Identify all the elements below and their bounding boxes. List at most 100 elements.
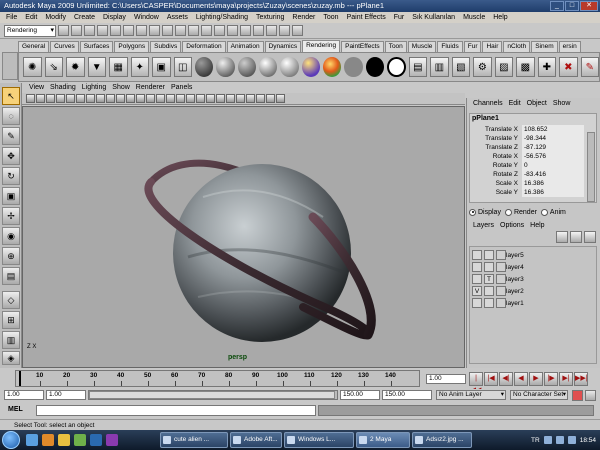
layer-mode-display[interactable]: Display (469, 208, 501, 218)
channel-row[interactable]: Scale X 16.386 (470, 179, 588, 188)
range-slider-track[interactable] (88, 390, 338, 400)
volume-light-icon[interactable]: ✦ (130, 57, 149, 77)
go-to-end-button[interactable]: ▶▶| (574, 372, 588, 386)
point-light-icon[interactable]: ✹ (66, 57, 85, 77)
channel-row[interactable]: Scale Y 16.386 (470, 188, 588, 197)
shelf-tab-hair[interactable]: Hair (482, 41, 503, 52)
snap-point-icon[interactable] (175, 25, 186, 36)
channel-value[interactable]: 16.386 (522, 179, 584, 188)
menu-create[interactable]: Create (70, 12, 99, 23)
current-frame-field[interactable]: 1.00 (426, 374, 466, 384)
shelf-tab-sinem[interactable]: Sinem (531, 41, 558, 52)
input-line-icon[interactable] (253, 25, 264, 36)
menu-set-select[interactable]: Rendering (4, 24, 56, 37)
selected-object-name[interactable]: pPlane1 (472, 115, 499, 122)
layer-visibility-toggle[interactable] (472, 250, 482, 260)
menu-file[interactable]: File (2, 12, 21, 23)
last-tool-icon[interactable]: ▤ (2, 267, 20, 285)
menu-toon[interactable]: Toon (319, 12, 342, 23)
layer-menu-options[interactable]: Options (497, 221, 527, 231)
ipr-render-icon[interactable] (227, 25, 238, 36)
menu-fur[interactable]: Fur (390, 12, 409, 23)
phong-material-icon[interactable] (258, 57, 278, 77)
panel-menu-show[interactable]: Show (109, 83, 133, 93)
taskbar-item[interactable]: 2 Maya (356, 432, 410, 448)
show-channel-box-icon[interactable] (292, 25, 303, 36)
texture-icon[interactable]: ▩ (516, 57, 535, 77)
lasso-tool-icon[interactable]: ◌ (2, 107, 20, 125)
panel-menu-shading[interactable]: Shading (47, 83, 79, 93)
menu-edit[interactable]: Edit (21, 12, 41, 23)
menu-help[interactable]: Help (489, 12, 511, 23)
bookmark-icon[interactable] (46, 94, 55, 103)
clock[interactable]: 18:54 (580, 437, 596, 444)
photoshop-icon[interactable] (90, 434, 102, 446)
range-slider-handle[interactable] (89, 391, 335, 399)
shelf-tab-animation[interactable]: Animation (226, 41, 264, 52)
menu-lighting-shading[interactable]: Lighting/Shading (192, 12, 252, 23)
play-backwards-button[interactable]: ◀ (514, 372, 528, 386)
layer-color-swatch[interactable] (496, 262, 506, 272)
network-icon[interactable] (543, 436, 552, 444)
browser-icon[interactable] (74, 434, 86, 446)
layer-color-swatch[interactable] (496, 274, 506, 284)
channel-box-scrollbar[interactable] (587, 132, 595, 202)
menu-display[interactable]: Display (99, 12, 130, 23)
shelf-tab-fur[interactable]: Fur (463, 41, 482, 52)
select-object-icon[interactable] (110, 25, 121, 36)
layer-type-toggle[interactable] (484, 262, 494, 272)
layer-options-icon[interactable] (584, 231, 596, 243)
camera-aim-icon[interactable]: ◫ (173, 57, 192, 77)
show-attribute-editor-icon[interactable] (266, 25, 277, 36)
isolate-select-icon[interactable] (216, 94, 225, 103)
panel-menu-lighting[interactable]: Lighting (79, 83, 110, 93)
render-globals-icon[interactable]: ⚙ (473, 57, 492, 77)
show-manipulator-icon[interactable]: ⊕ (2, 247, 20, 265)
layer-type-toggle[interactable]: T (484, 274, 494, 284)
layer-menu-help[interactable]: Help (527, 221, 547, 231)
textured-icon[interactable] (166, 94, 175, 103)
layer-type-toggle[interactable] (484, 250, 494, 260)
shelf-tab-toon[interactable]: Toon (384, 41, 407, 52)
default-material-icon[interactable] (236, 94, 245, 103)
outliner-layout-icon[interactable]: ▥ (2, 331, 20, 349)
channel-row[interactable]: Rotate X -56.576 (470, 152, 588, 161)
anisotropic-material-icon[interactable] (195, 57, 214, 77)
save-scene-icon[interactable] (84, 25, 95, 36)
menu-sik-kullanilan[interactable]: Sık Kullanılan (408, 12, 459, 23)
list-item[interactable]: layer5 (472, 250, 594, 261)
scale-tool-icon[interactable]: ▣ (2, 187, 20, 205)
new-scene-icon[interactable] (58, 25, 69, 36)
channel-row[interactable]: Rotate Z -83.416 (470, 170, 588, 179)
single-perspective-layout-icon[interactable]: ◇ (2, 291, 20, 309)
play-forwards-button[interactable]: ▶ (529, 372, 543, 386)
new-layer-icon[interactable] (556, 231, 568, 243)
shelf-tab-ncloth[interactable]: nCloth (503, 41, 531, 52)
render-icon[interactable] (214, 25, 225, 36)
select-tool-icon[interactable]: ↖ (2, 87, 20, 105)
resolution-icon[interactable] (256, 94, 265, 103)
channel-box-menu-object[interactable]: Object (524, 99, 550, 109)
channel-box-menu-edit[interactable]: Edit (506, 99, 524, 109)
menu-paint-effects[interactable]: Paint Effects (343, 12, 390, 23)
shelf-tab-general[interactable]: General (18, 41, 50, 52)
step-back-frame-button[interactable]: |◀ (484, 372, 498, 386)
layer-visibility-toggle[interactable] (472, 262, 482, 272)
ramp-shader-icon[interactable] (301, 57, 320, 77)
film-gate-icon[interactable] (76, 94, 85, 103)
step-forward-key-button[interactable]: |▶ (544, 372, 558, 386)
filter-icon[interactable] (136, 25, 147, 36)
gate-mask-icon[interactable] (96, 94, 105, 103)
list-item[interactable]: V layer2 (472, 286, 594, 297)
motion-blur-icon[interactable] (266, 94, 275, 103)
directional-light-icon[interactable]: ⇘ (44, 57, 63, 77)
channel-value[interactable]: -98.344 (522, 134, 584, 143)
start-button[interactable] (2, 431, 20, 449)
paint-select-tool-icon[interactable]: ✎ (2, 127, 20, 145)
four-view-layout-icon[interactable]: ⊞ (2, 311, 20, 329)
use-all-lights-icon[interactable] (176, 94, 185, 103)
universal-manip-icon[interactable]: ✢ (2, 207, 20, 225)
render-settings-icon[interactable] (240, 25, 251, 36)
use-background-icon[interactable] (365, 57, 384, 77)
shelf-tab-dynamics[interactable]: Dynamics (264, 41, 302, 52)
